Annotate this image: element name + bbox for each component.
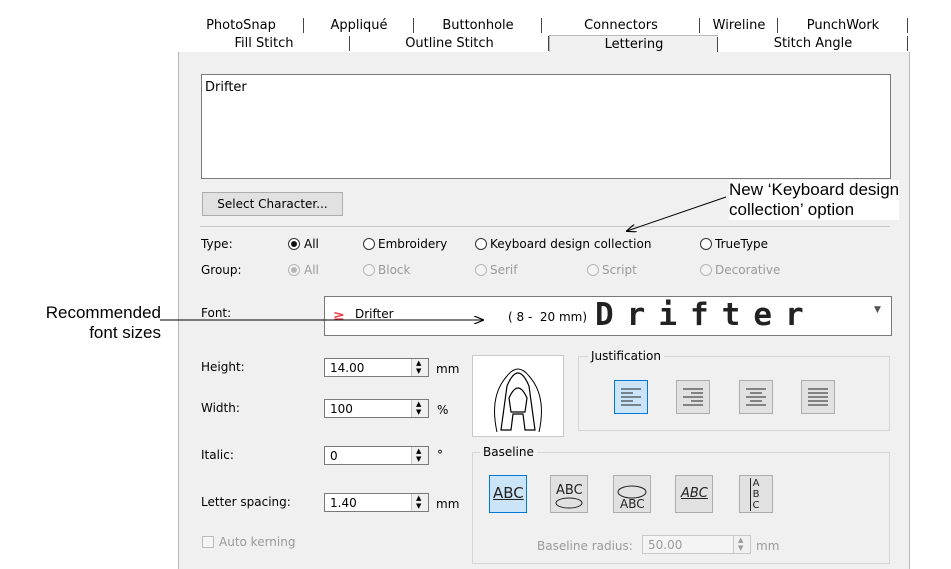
annotation-arrows bbox=[160, 196, 727, 569]
keyboard-annotation-arrow bbox=[627, 196, 727, 231]
